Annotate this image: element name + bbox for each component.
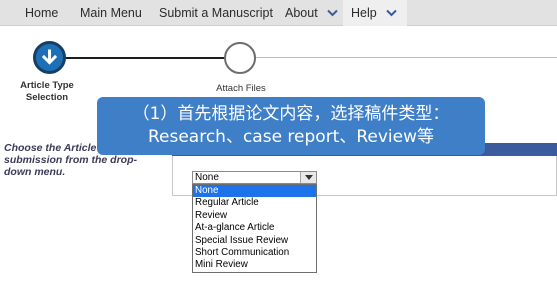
option-regular-article[interactable]: Regular Article bbox=[193, 197, 316, 209]
option-review[interactable]: Review bbox=[193, 210, 316, 222]
article-type-dropdown: None Regular Article Review At-a-glance … bbox=[192, 184, 317, 273]
option-at-a-glance-article[interactable]: At-a-glance Article bbox=[193, 222, 316, 234]
chevron-down-icon bbox=[327, 9, 338, 17]
caption-line-2: Research、case report、Review等 bbox=[147, 127, 435, 147]
step-label-article-type: Article Type Selection bbox=[20, 80, 74, 103]
nav-submit-manuscript[interactable]: Submit a Manuscript bbox=[159, 0, 273, 26]
chevron-down-icon[interactable] bbox=[300, 172, 316, 183]
nav-help-label: Help bbox=[351, 6, 377, 20]
step-article-type-active[interactable] bbox=[33, 41, 66, 74]
progress-line-remaining bbox=[256, 57, 557, 58]
option-special-issue-review[interactable]: Special Issue Review bbox=[193, 235, 316, 247]
progress-line-complete bbox=[50, 57, 240, 59]
chevron-down-icon bbox=[386, 9, 397, 17]
nav-about-label: About bbox=[285, 6, 318, 20]
nav-main-menu[interactable]: Main Menu bbox=[80, 0, 142, 26]
caption-line-1: （1）首先根据论文内容，选择稿件类型： bbox=[132, 104, 450, 124]
step-label-attach-files: Attach Files bbox=[216, 83, 266, 94]
arrow-down-icon bbox=[41, 49, 58, 65]
step-attach-files[interactable] bbox=[224, 42, 256, 74]
select-current-value: None bbox=[195, 172, 219, 183]
nav-about[interactable]: About bbox=[276, 0, 348, 26]
option-mini-review[interactable]: Mini Review bbox=[193, 259, 316, 271]
top-nav-bar: Home Main Menu Submit a Manuscript About… bbox=[0, 0, 557, 26]
option-short-communication[interactable]: Short Communication bbox=[193, 247, 316, 259]
nav-help[interactable]: Help bbox=[343, 0, 408, 26]
article-type-select[interactable]: None bbox=[192, 171, 317, 184]
option-none[interactable]: None bbox=[193, 185, 316, 198]
nav-home[interactable]: Home bbox=[25, 0, 58, 26]
tutorial-caption-overlay: （1）首先根据论文内容，选择稿件类型： Research、case report… bbox=[97, 97, 485, 155]
